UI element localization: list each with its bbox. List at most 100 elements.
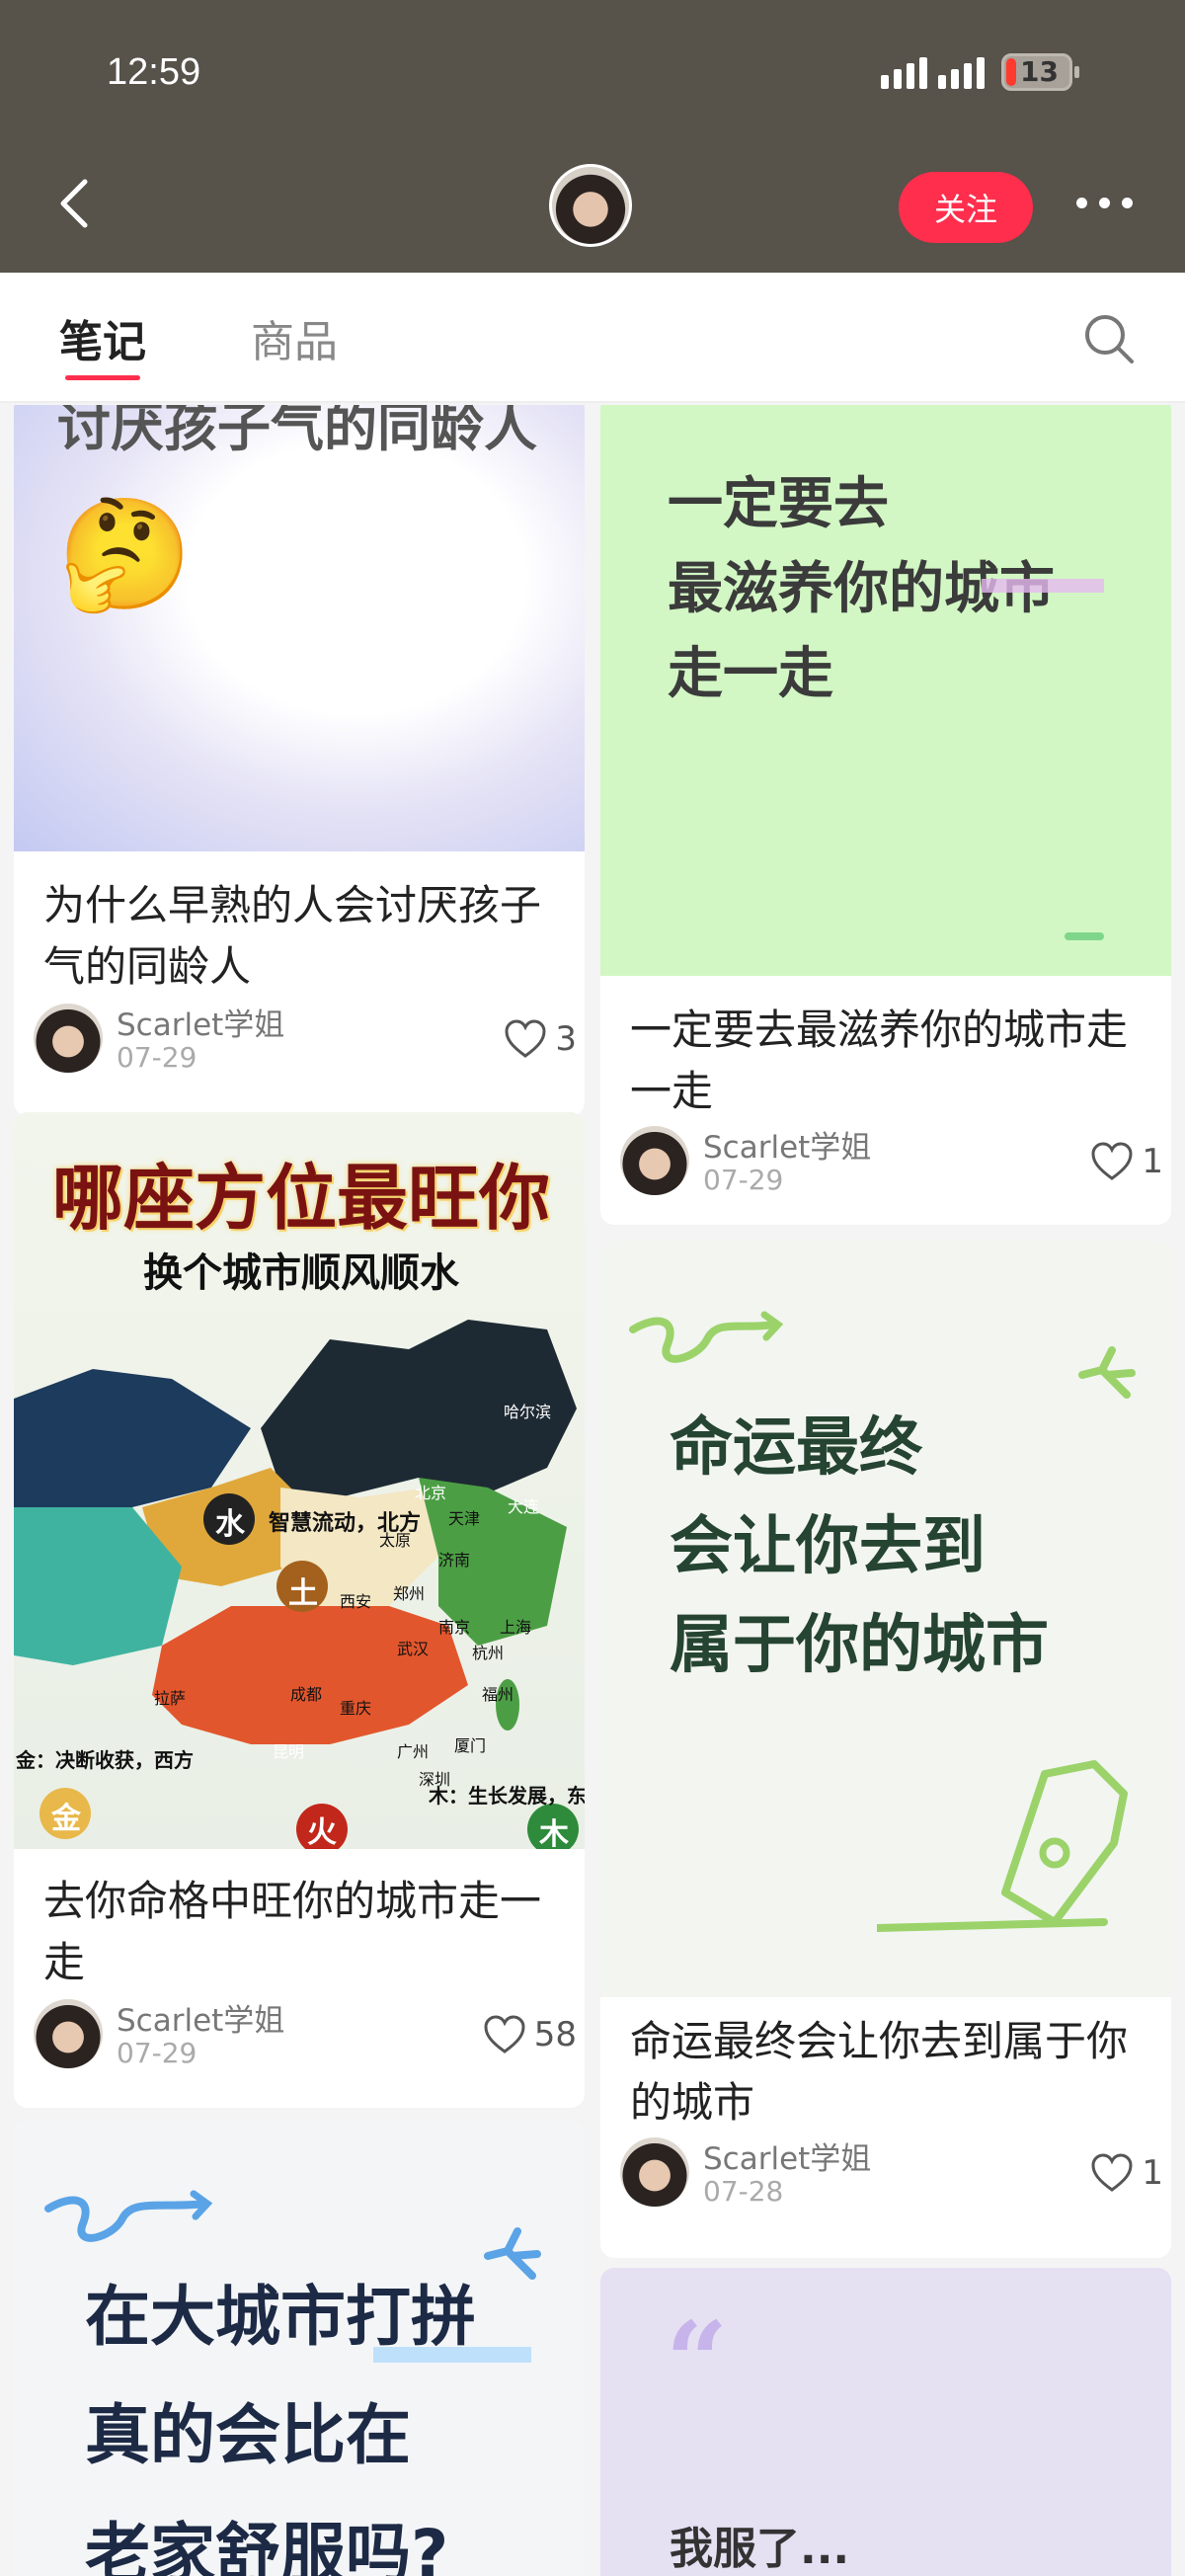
sparkle-decor-icon — [484, 2227, 541, 2280]
note-author-row: Scarlet学姐 07-29 3 — [34, 1000, 585, 1075]
like-button[interactable]: 1 — [1090, 1142, 1163, 1181]
note-title: 命运最终会让你去到属于你的城市 — [630, 2017, 1129, 2127]
like-count: 1 — [1142, 2153, 1163, 2193]
profile-avatar[interactable] — [549, 164, 632, 247]
element-wood-badge: 木 — [539, 1817, 569, 1849]
note-date: 07-29 — [703, 1164, 784, 1196]
city-label: 成都 — [290, 1685, 323, 1704]
note-author-row: Scarlet学姐 07-29 58 — [34, 1995, 585, 2070]
heart-icon — [505, 1019, 546, 1058]
element-wood-desc: 木：生长发展，东方 — [429, 1784, 585, 1808]
sparkle-decor-icon — [1078, 1346, 1136, 1399]
tab-active-indicator — [65, 375, 140, 380]
status-bar: 12:59 13 — [0, 0, 1185, 158]
city-label: 西安 — [340, 1592, 372, 1611]
city-label: 福州 — [482, 1685, 514, 1704]
like-button[interactable]: 1 — [1090, 2153, 1163, 2193]
battery-icon: 13 — [1001, 53, 1079, 91]
city-label: 武汉 — [397, 1640, 430, 1658]
note-cover: “ 我服了... — [600, 2268, 1171, 2576]
swirl-decor-icon — [44, 2190, 213, 2242]
heart-icon — [1091, 2153, 1133, 2192]
like-button[interactable]: 3 — [504, 1019, 577, 1059]
city-label: 深圳 — [419, 1770, 451, 1789]
author-avatar[interactable] — [34, 1999, 103, 2068]
city-label: 大连 — [508, 1497, 540, 1516]
follow-button[interactable]: 关注 — [899, 172, 1033, 243]
note-title: 一定要去最滋养你的城市走一走 — [630, 1006, 1129, 1115]
note-cover: 讨厌孩子气的同龄人 🤔 — [14, 405, 585, 851]
note-card[interactable]: 在大城市打拼 真的会比在 老家舒服吗? — [14, 2120, 585, 2576]
author-name[interactable]: Scarlet学姐 — [703, 2133, 871, 2178]
city-label: 天津 — [448, 1509, 481, 1528]
tab-bar: 笔记 商品 — [0, 273, 1185, 403]
cover-line: 会让你去到 — [670, 1510, 986, 1583]
tab-notes[interactable]: 笔记 — [59, 306, 146, 369]
note-cover: 一定要去 最滋养你的城市 走一走 — [600, 405, 1171, 976]
highlight-mark — [982, 579, 1104, 593]
more-icon[interactable] — [1076, 198, 1133, 208]
note-author-row: Scarlet学姐 07-29 1 — [620, 1122, 1171, 1197]
element-metal-desc: 金：决断收获，西方 — [16, 1748, 194, 1772]
note-card[interactable]: 讨厌孩子气的同龄人 🤔 为什么早熟的人会讨厌孩子气的同龄人 Scarlet学姐 … — [14, 405, 585, 1116]
like-count: 58 — [533, 2015, 577, 2054]
city-label: 厦门 — [454, 1736, 487, 1755]
like-count: 3 — [555, 1019, 577, 1059]
city-label: 哈尔滨 — [504, 1403, 552, 1421]
tab-products[interactable]: 商品 — [251, 306, 338, 369]
heart-icon — [484, 2015, 525, 2053]
note-cover: 命运最终 会让你去到 属于你的城市 — [600, 1241, 1171, 1997]
cover-line: 走一走 — [668, 642, 833, 706]
element-earth-badge: 土 — [288, 1576, 318, 1611]
cover-text-block: 在大城市打拼 真的会比在 老家舒服吗? — [85, 2258, 476, 2576]
battery-level: 13 — [1020, 55, 1059, 88]
search-icon[interactable] — [1082, 312, 1136, 365]
cover-text: 我服了... — [670, 2524, 850, 2574]
note-title: 为什么早熟的人会讨厌孩子气的同龄人 — [43, 881, 542, 991]
author-name[interactable]: Scarlet学姐 — [703, 1122, 871, 1167]
city-label: 重庆 — [340, 1699, 372, 1718]
city-label: 济南 — [438, 1551, 471, 1570]
quote-mark-icon: “ — [666, 2297, 729, 2425]
status-time: 12:59 — [107, 51, 201, 93]
cover-line: 属于你的城市 — [670, 1609, 1049, 1682]
cover-text: 讨厌孩子气的同龄人 — [57, 405, 537, 458]
heart-icon — [1091, 1142, 1133, 1180]
pen-nib-decor-icon — [877, 1760, 1128, 1932]
signal-icon — [881, 57, 927, 89]
cover-line: 在大城市打拼 — [85, 2279, 476, 2355]
element-water-badge: 水 — [215, 1507, 245, 1542]
author-name[interactable]: Scarlet学姐 — [117, 1995, 284, 2040]
city-label: 杭州 — [472, 1644, 505, 1662]
note-card[interactable]: “ 我服了... — [600, 2268, 1171, 2576]
cover-line: 老家舒服吗? — [85, 2516, 449, 2576]
note-title: 去你命格中旺你的城市走一走 — [43, 1877, 542, 1986]
cover-line: 真的会比在 — [85, 2397, 411, 2473]
city-label: 太原 — [379, 1531, 412, 1550]
decor-dash — [1065, 932, 1104, 940]
author-avatar[interactable] — [620, 1126, 689, 1195]
note-date: 07-29 — [117, 1041, 198, 1074]
author-name[interactable]: Scarlet学姐 — [117, 1000, 284, 1044]
note-cover: 在大城市打拼 真的会比在 老家舒服吗? — [14, 2120, 585, 2576]
signal-icon-2 — [938, 57, 985, 89]
note-author-row: Scarlet学姐 07-28 1 — [620, 2133, 1171, 2209]
note-cover: 哪座方位最旺你 换个城市顺风顺水 水 智慧流动，北方 土 金 金：决断收获，西方… — [14, 1112, 585, 1849]
note-card[interactable]: 一定要去 最滋养你的城市 走一走 一定要去最滋养你的城市走一走 Scarlet学… — [600, 405, 1171, 1225]
city-label: 上海 — [500, 1618, 532, 1637]
note-card[interactable]: 哪座方位最旺你 换个城市顺风顺水 水 智慧流动，北方 土 金 金：决断收获，西方… — [14, 1112, 585, 2108]
note-date: 07-29 — [117, 2037, 198, 2069]
back-icon[interactable] — [49, 174, 109, 233]
note-card[interactable]: 命运最终 会让你去到 属于你的城市 命运最终会让你去到属于你的城市 Scarle… — [600, 1241, 1171, 2258]
element-fire-badge: 火 — [296, 1804, 348, 1849]
like-count: 1 — [1142, 1142, 1163, 1181]
author-avatar[interactable] — [34, 1004, 103, 1073]
city-label: 广州 — [397, 1742, 430, 1761]
cover-line: 命运最终 — [670, 1411, 922, 1485]
like-button[interactable]: 58 — [483, 2015, 577, 2054]
city-label: 北京 — [415, 1484, 447, 1502]
city-label: 昆明 — [273, 1742, 305, 1761]
notes-feed: 讨厌孩子气的同龄人 🤔 为什么早熟的人会讨厌孩子气的同龄人 Scarlet学姐 … — [0, 405, 1185, 2576]
thinking-emoji-icon: 🤔 — [57, 491, 193, 617]
author-avatar[interactable] — [620, 2137, 689, 2207]
